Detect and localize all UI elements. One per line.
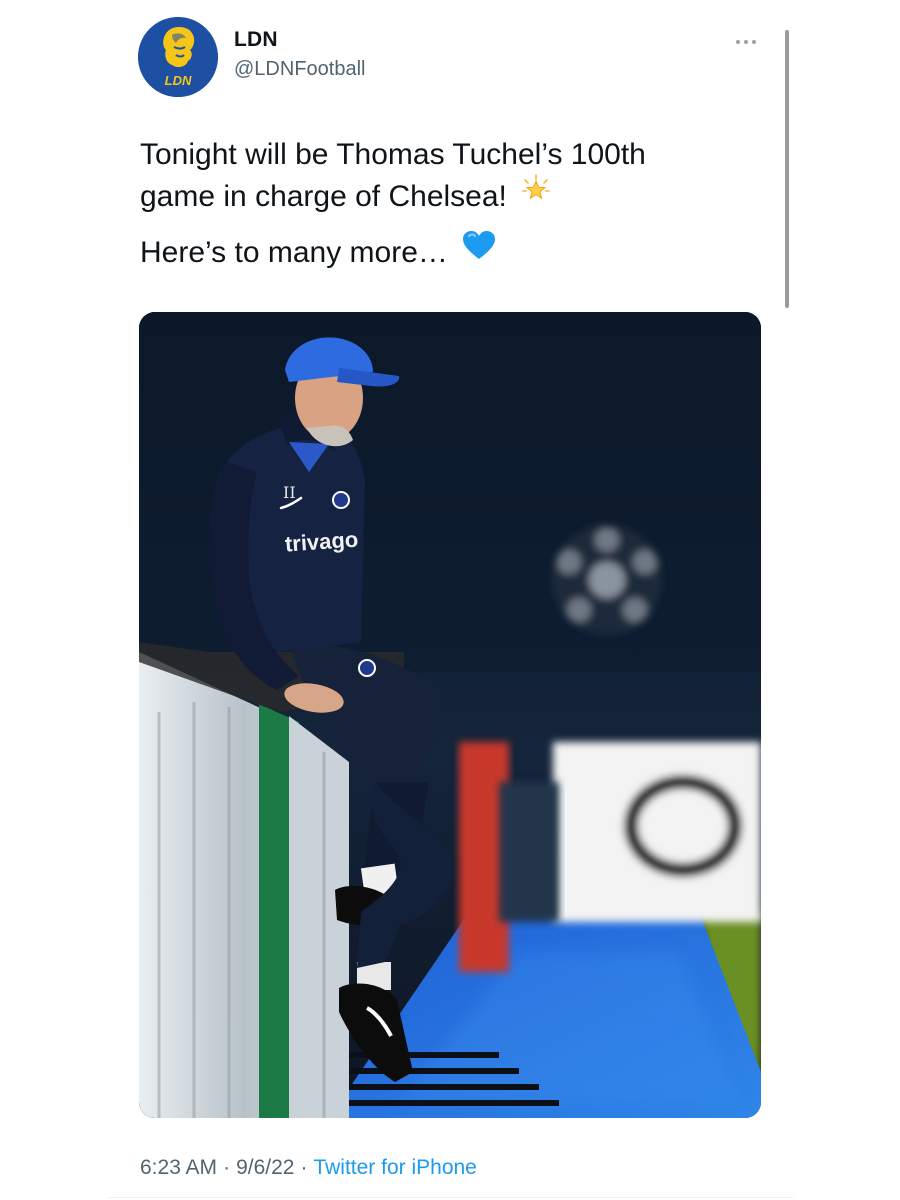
tweet-time[interactable]: 6:23 AM: [140, 1156, 217, 1179]
shirt-sponsor: trivago: [284, 527, 359, 557]
avatar-label: LDN: [165, 73, 192, 88]
tweet-text-line: Here’s to many more…: [140, 230, 496, 275]
author-handle[interactable]: @LDNFootball: [234, 58, 365, 81]
meta-separator: ·: [300, 1156, 308, 1179]
divider: [108, 1197, 794, 1198]
photo-scene: II trivago: [139, 312, 761, 1118]
club-crest-icon: [358, 659, 376, 677]
tweet-date[interactable]: 9/6/22: [236, 1156, 294, 1179]
tweet-photo[interactable]: II trivago: [139, 312, 761, 1118]
tweet-text-line: Tonight will be Thomas Tuchel’s 100th: [140, 134, 646, 176]
tweet-text: Here’s to many more…: [140, 236, 448, 269]
shirt-number: II: [283, 483, 296, 502]
tweet-text: game in charge of Chelsea!: [140, 180, 507, 213]
tweet-text-line: game in charge of Chelsea!: [140, 174, 551, 219]
avatar[interactable]: LDN: [138, 17, 218, 97]
scrollbar[interactable]: [785, 30, 789, 308]
tweet-text: Tonight will be Thomas Tuchel’s 100th: [140, 138, 646, 171]
starball-logo-icon: [552, 525, 662, 635]
glowing-star-icon: [521, 174, 551, 216]
more-options-icon[interactable]: [728, 30, 764, 54]
tweet-source-link[interactable]: Twitter for iPhone: [313, 1156, 476, 1179]
lion-logo-icon: LDN: [138, 17, 218, 97]
author-display-name[interactable]: LDN: [234, 28, 278, 52]
meta-separator: ·: [223, 1156, 231, 1179]
club-crest-icon: [332, 491, 350, 509]
blue-heart-icon: [462, 230, 496, 272]
tweet-meta: 6:23 AM · 9/6/22 · Twitter for iPhone: [140, 1156, 477, 1180]
